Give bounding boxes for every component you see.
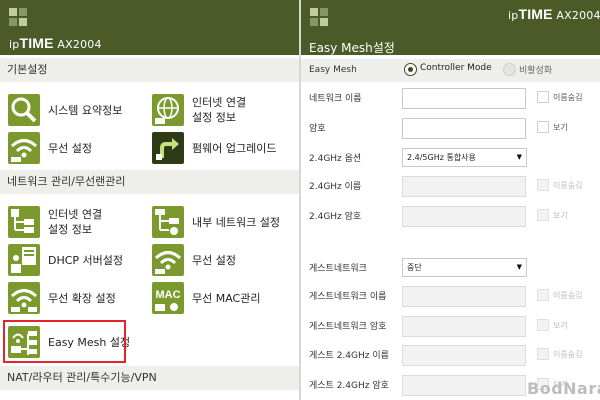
checkbox-label: 이름숨김 — [553, 93, 583, 102]
brand-logo: ipTIME AX2004 — [9, 35, 102, 51]
password-input[interactable] — [402, 118, 526, 139]
row-label: 암호 — [309, 124, 326, 134]
24ghz-name-input[interactable] — [402, 176, 526, 197]
row-label: 게스트네트워크 암호 — [309, 322, 387, 332]
left-header: ipTIME AX2004 — [0, 0, 299, 55]
menu-label: 내부 네트워크 설정 — [192, 215, 280, 229]
row-24ghz-option: 2.4GHz 옵션 2.4/5GHz 통합사용 ▼ — [301, 148, 600, 178]
row-label: 네트워크 이름 — [309, 94, 362, 104]
guest-24ghz-password-input[interactable] — [402, 375, 526, 396]
row-label: 2.4GHz 암호 — [309, 212, 362, 222]
menu-wireless-mac[interactable]: MAC 무선 MAC관리 — [150, 278, 295, 322]
lan-tree-icon — [152, 206, 184, 238]
watermark-logo: BodNara — [527, 379, 600, 398]
mac-icon: MAC — [152, 282, 184, 314]
row-24ghz-name: 2.4GHz 이름 이름숨김 — [301, 176, 600, 206]
menu-label: 시스템 요약정보 — [48, 103, 123, 117]
disable-label: 비활성화 — [519, 66, 553, 76]
row-label: 2.4GHz 이름 — [309, 182, 362, 192]
menu-panel: ipTIME AX2004 기본설정 시스템 요약정보 인터넷 연결 설정 정보… — [0, 0, 299, 400]
row-network-name: 네트워크 이름 이름숨김 — [301, 88, 600, 118]
show-password-checkbox[interactable] — [537, 121, 549, 133]
section-basic[interactable]: 기본설정 — [0, 58, 299, 82]
network-tree-icon — [8, 206, 40, 238]
menu-label: 인터넷 연결 설정 정보 — [192, 96, 247, 124]
hide-name-checkbox[interactable] — [537, 91, 549, 103]
section-nat[interactable]: NAT/라우터 관리/특수기능/VPN — [0, 366, 299, 390]
row-guest-name: 게스트네트워크 이름 이름숨김 — [301, 286, 600, 316]
easy-mesh-mode-row: Easy Mesh Controller Mode 비활성화 — [301, 59, 600, 82]
guest-network-select[interactable]: 중단 ▼ — [402, 258, 527, 277]
chevron-down-icon: ▼ — [516, 263, 522, 271]
hide-name-checkbox[interactable] — [537, 348, 549, 360]
row-label: 게스트 2.4GHz 이름 — [309, 351, 389, 361]
easy-mesh-label: Easy Mesh — [309, 65, 357, 75]
row-label: 게스트네트워크 이름 — [309, 292, 387, 302]
menu-wireless[interactable]: 무선 설정 — [0, 128, 145, 172]
logo-grid-icon — [310, 8, 328, 26]
disable-radio[interactable] — [503, 63, 516, 76]
brand-logo: ipTIME AX2004 — [508, 6, 600, 22]
24ghz-option-select[interactable]: 2.4/5GHz 통합사용 ▼ — [402, 148, 527, 167]
menu-label: 펌웨어 업그레이드 — [192, 141, 277, 155]
upgrade-arrow-icon — [152, 132, 184, 164]
row-label: 게스트 2.4GHz 암호 — [309, 381, 389, 391]
menu-label: 무선 확장 설정 — [48, 291, 116, 305]
controller-mode-radio[interactable] — [404, 63, 417, 76]
guest-name-input[interactable] — [402, 286, 526, 307]
row-guest-24ghz-name: 게스트 2.4GHz 이름 이름숨김 — [301, 345, 600, 375]
row-24ghz-password: 2.4GHz 암호 보기 — [301, 206, 600, 236]
controller-mode-label: Controller Mode — [420, 63, 492, 73]
menu-label: 무선 설정 — [48, 141, 92, 155]
checkbox-label: 이름숨김 — [553, 350, 583, 359]
row-label: 게스트네트워크 — [309, 264, 367, 274]
guest-24ghz-name-input[interactable] — [402, 345, 526, 366]
menu-firmware[interactable]: 펌웨어 업그레이드 — [150, 128, 295, 172]
menu-label: 무선 MAC관리 — [192, 291, 261, 305]
chevron-down-icon: ▼ — [516, 153, 522, 161]
dhcp-icon — [8, 244, 40, 276]
guest-password-input[interactable] — [402, 316, 526, 337]
easy-mesh-highlight-box — [3, 320, 126, 363]
network-name-input[interactable] — [402, 88, 526, 109]
easy-mesh-settings-panel: ipTIME AX2004 Easy Mesh설정 Easy Mesh Cont… — [301, 0, 600, 400]
section-network[interactable]: 네트워크 관리/무선랜관리 — [0, 170, 299, 194]
wifi-icon — [152, 244, 184, 276]
checkbox-label: 보기 — [553, 211, 568, 220]
hide-name-checkbox[interactable] — [537, 179, 549, 191]
checkbox-label: 보기 — [553, 321, 568, 330]
show-password-checkbox[interactable] — [537, 319, 549, 331]
logo-grid-icon — [9, 8, 27, 26]
hide-name-checkbox[interactable] — [537, 289, 549, 301]
wifi-extend-icon — [8, 282, 40, 314]
checkbox-label: 보기 — [553, 123, 568, 132]
mac-badge-text: MAC — [155, 289, 180, 301]
menu-label: 무선 설정 — [192, 253, 236, 267]
show-password-checkbox[interactable] — [537, 209, 549, 221]
menu-label: 인터넷 연결 설정 정보 — [48, 208, 103, 236]
magnifier-icon — [8, 94, 40, 126]
checkbox-label: 이름숨김 — [553, 291, 583, 300]
row-password: 암호 보기 — [301, 118, 600, 148]
24ghz-password-input[interactable] — [402, 206, 526, 227]
globe-icon — [152, 94, 184, 126]
page-title: Easy Mesh설정 — [309, 41, 395, 55]
wifi-icon — [8, 132, 40, 164]
menu-label: DHCP 서버설정 — [48, 253, 124, 267]
row-label: 2.4GHz 옵션 — [309, 154, 362, 164]
checkbox-label: 이름숨김 — [553, 181, 583, 190]
menu-wireless-extend[interactable]: 무선 확장 설정 — [0, 278, 145, 322]
row-guest-password: 게스트네트워크 암호 보기 — [301, 316, 600, 346]
right-header: ipTIME AX2004 Easy Mesh설정 — [301, 0, 600, 55]
row-guest-network: 게스트네트워크 중단 ▼ — [301, 258, 600, 288]
